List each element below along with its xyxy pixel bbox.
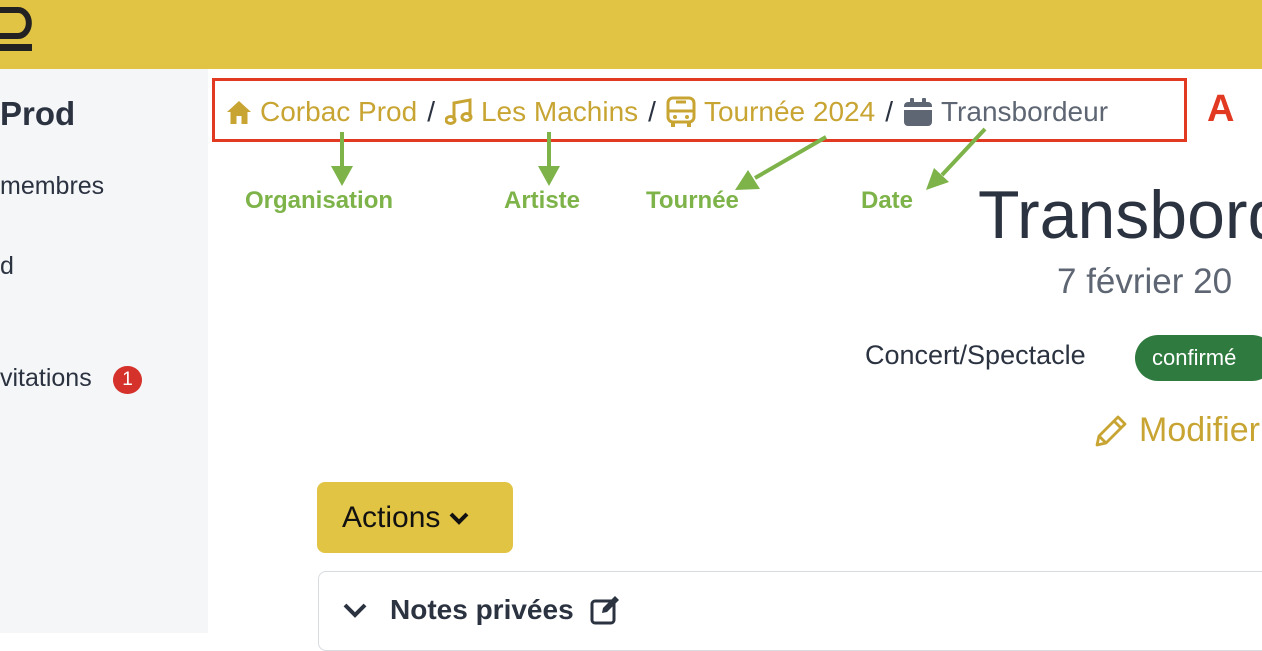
pencil-icon	[1095, 415, 1127, 446]
status-badge: confirmé	[1135, 335, 1262, 381]
modifier-label: Modifier	[1139, 411, 1260, 449]
event-type: Concert/Spectacle	[865, 340, 1086, 370]
annotation-label-organisation: Organisation	[245, 187, 394, 214]
edit-icon[interactable]	[590, 595, 620, 625]
annotation-label-tournee: Tournée	[646, 187, 739, 214]
page-title: Transbord	[978, 177, 1262, 253]
chevron-down-icon	[449, 512, 469, 525]
event-date: 7 février 20	[1057, 262, 1233, 301]
notes-panel-header[interactable]: Notes privées	[342, 594, 620, 626]
actions-dropdown-button[interactable]: Actions	[317, 482, 513, 553]
annotation-label-artiste: Artiste	[504, 187, 581, 214]
chevron-down-icon[interactable]	[342, 601, 368, 619]
notes-panel-title: Notes privées	[390, 594, 574, 625]
annotation-label-date: Date	[861, 187, 914, 214]
modifier-button[interactable]: Modifier	[1093, 411, 1260, 450]
actions-label: Actions	[342, 500, 441, 534]
annotation-arrows	[331, 127, 987, 190]
